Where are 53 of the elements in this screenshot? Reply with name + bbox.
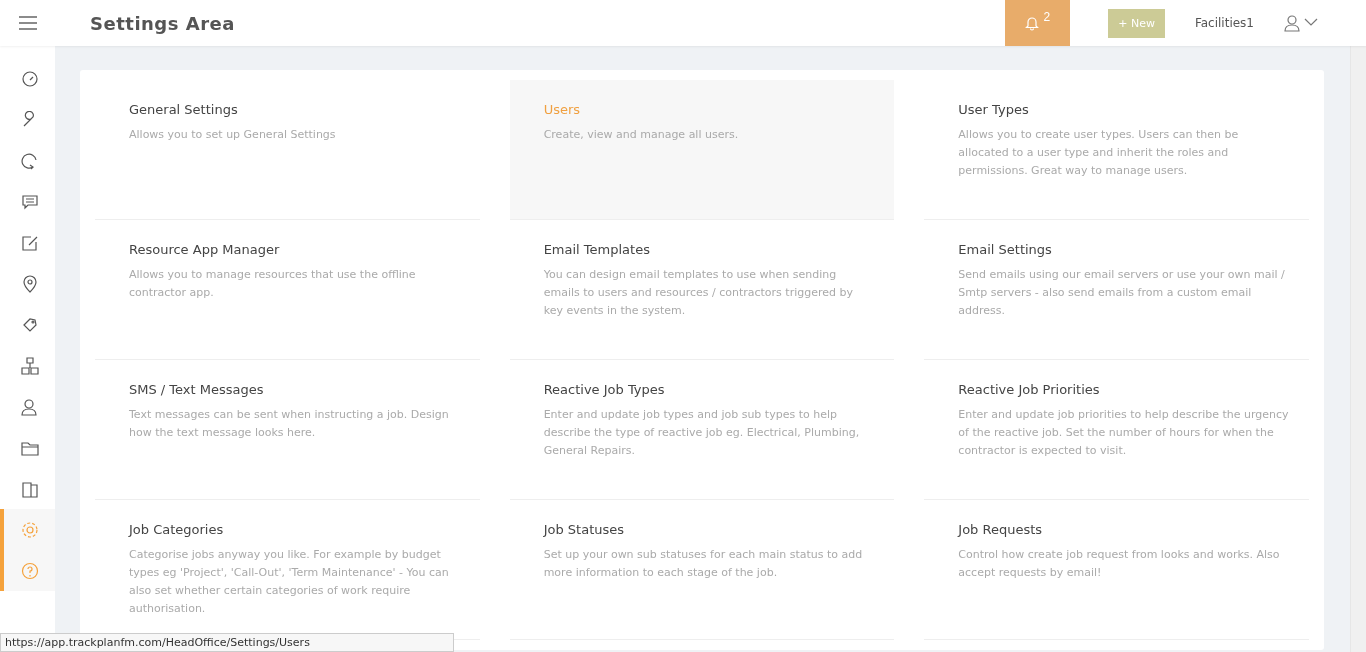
tile-title: Job Requests: [958, 522, 1044, 537]
tile-title: Email Settings: [958, 242, 1053, 257]
pin-icon: [20, 274, 39, 293]
menu-icon[interactable]: [18, 15, 38, 31]
tile-title: Job Statuses: [543, 522, 626, 537]
docs-icon: [20, 479, 39, 498]
sidebar-item[interactable]: [0, 509, 55, 550]
help-icon: [20, 561, 39, 580]
refresh-icon: [20, 151, 39, 170]
tile-title: User Types: [958, 102, 1030, 117]
tile-title: Email Templates: [543, 242, 651, 257]
tile-title: Resource App Manager: [129, 242, 281, 257]
tile-description: Allows you to set up General Settings: [129, 127, 337, 143]
tile-description: Enter and update job types and job sub types to help describe the type of reactive job eg. Electrical, Plumbing, General Repairs.: [543, 407, 861, 459]
settings-tile[interactable]: User Types Allows you to create user types. Users can then be allocated to a user type and inherit the roles and permissions. Great way to manage users.: [924, 80, 1309, 220]
tile-description: Control how create job request from looks and works. Also accept requests by email!: [958, 547, 1281, 581]
bell-icon: [1025, 15, 1040, 31]
settings-tile[interactable]: SMS / Text Messages Text messages can be sent when instructing a job. Design how the text message looks here.: [95, 360, 480, 500]
tile-title: General Settings: [129, 102, 239, 117]
tile-description: Allows you to create user types. Users can then be allocated to a user type and inherit the roles and permissions. Great way to manage users.: [958, 127, 1240, 179]
gauge-icon: [20, 69, 39, 88]
settings-tile[interactable]: Email Settings Send emails using our email servers or use your own mail / Smtp servers - also send emails from a custom email address.: [924, 220, 1309, 360]
users-icon: [20, 397, 39, 416]
tile-description: Categorise jobs anyway you like. For example by budget types eg 'Project', 'Call-Out', 'Term Maintenance' - You can also set whether certain categories of work require authorisation.: [129, 547, 450, 617]
notification-count: 2: [1043, 10, 1051, 24]
settings-tile[interactable]: Email Templates You can design email templates to use when sending emails to users and resources / contractors triggered by key events in the system.: [509, 220, 895, 360]
account-name[interactable]: Facilities1: [1194, 16, 1254, 30]
sitemap-icon: [20, 356, 39, 375]
edit-icon: [20, 233, 39, 252]
tile-description: Enter and update job priorities to help describe the urgency of the reactive job. Set the number of hours for when the contractor is expected to visit.: [958, 407, 1289, 459]
settings-tile[interactable]: Reactive Job Priorities Enter and update job priorities to help describe the urgency of the reactive job. Set the number of hours for when the contractor is expected to visit.: [924, 360, 1309, 500]
tile-description: You can design email templates to use when sending emails to users and resources / contractors triggered by key events in the system.: [543, 267, 854, 319]
page-title: Settings Area: [90, 12, 235, 34]
tile-description: Text messages can be sent when instructing a job. Design how the text message looks here.: [129, 407, 450, 441]
tile-title: Reactive Job Priorities: [958, 382, 1101, 397]
tile-description: Allows you to manage resources that use the offline contractor app.: [129, 267, 417, 301]
tile-description: Send emails using our email servers or use your own mail / Smtp servers - also send emails from a custom email address.: [958, 267, 1286, 319]
chat-icon: [20, 192, 39, 211]
user-menu-icon[interactable]: [1284, 14, 1320, 32]
settings-tile[interactable]: Job Requests Control how create job request from looks and works. Also accept requests by email!: [924, 500, 1309, 640]
tile-description: Set up your own sub statuses for each main status to add more information to each stage of the job.: [543, 547, 864, 581]
settings-tile[interactable]: General Settings Allows you to set up General Settings: [95, 80, 480, 220]
tile-title: SMS / Text Messages: [129, 382, 265, 397]
settings-tile[interactable]: Job Statuses Set up your own sub statuses for each main status to add more information to each stage of the job.: [509, 500, 895, 640]
tile-title: Reactive Job Types: [543, 382, 666, 397]
settings-tile[interactable]: Reactive Job Types Enter and update job types and job sub types to help describe the type of reactive job eg. Electrical, Plumbing, General Repairs.: [509, 360, 895, 500]
sidebar-item[interactable]: [0, 550, 55, 591]
tile-title: Users: [543, 102, 582, 117]
scrollbar[interactable]: [1350, 46, 1366, 652]
settings-tile[interactable]: Resource App Manager Allows you to manage resources that use the offline contractor app.: [95, 220, 480, 360]
tile-description: Create, view and manage all users.: [543, 127, 740, 143]
link-url-tooltip: https://app.trackplanfm.com/HeadOffice/Settings/Users: [0, 633, 454, 652]
tile-title: Job Categories: [129, 522, 225, 537]
